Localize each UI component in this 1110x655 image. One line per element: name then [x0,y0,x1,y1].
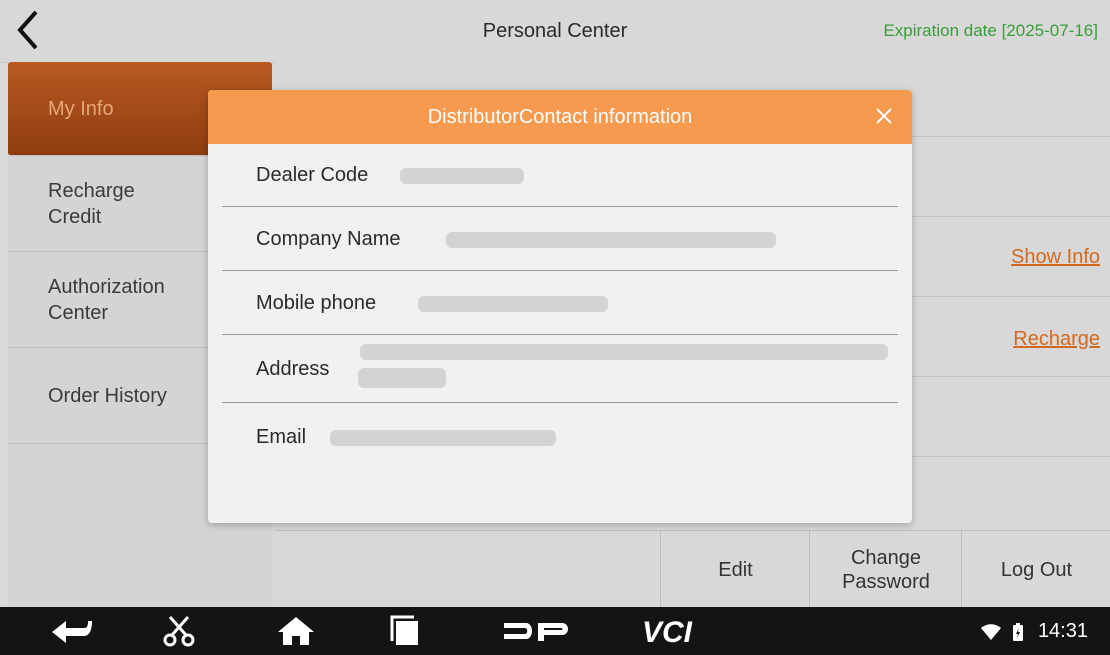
distributor-contact-dialog: DistributorContact information Dealer Co… [208,90,912,523]
email-field: Email [222,402,898,472]
mobile-phone-label: Mobile phone [256,292,377,314]
dealer-code-label: Dealer Code [256,164,369,186]
vci-icon[interactable]: VCI [640,615,720,647]
redacted-value [330,430,556,446]
close-button[interactable] [870,102,898,130]
status-area: 14:31 [980,607,1088,655]
company-name-label: Company Name [256,228,401,250]
company-name-field: Company Name [222,206,898,271]
dealer-code-field: Dealer Code [222,144,898,207]
dp-logo-icon[interactable] [500,615,572,647]
clock-time: 14:31 [1037,620,1088,642]
mobile-phone-field: Mobile phone [222,270,898,335]
redacted-value [358,368,446,388]
close-icon [876,108,892,124]
redacted-value [360,344,888,360]
redacted-value [400,168,524,184]
dialog-title: DistributorContact information [427,106,693,128]
wifi-icon [980,623,1001,640]
app-window: Personal Center Expiration date [2025-07… [0,0,1110,608]
email-label: Email [256,426,307,448]
nav-back-icon[interactable] [44,615,96,647]
address-label: Address [256,358,330,380]
home-icon[interactable] [276,615,316,647]
redacted-value [418,296,608,312]
scissors-icon[interactable] [162,615,196,647]
recents-icon[interactable] [388,615,424,647]
svg-text:VCI: VCI [642,616,693,647]
dialog-header: DistributorContact information [208,90,912,144]
modal-overlay: DistributorContact information Dealer Co… [0,0,1110,607]
system-nav-bar: VCI 14:31 [0,607,1110,655]
redacted-value [446,232,776,248]
address-field: Address [222,334,898,403]
battery-icon [1013,622,1024,641]
